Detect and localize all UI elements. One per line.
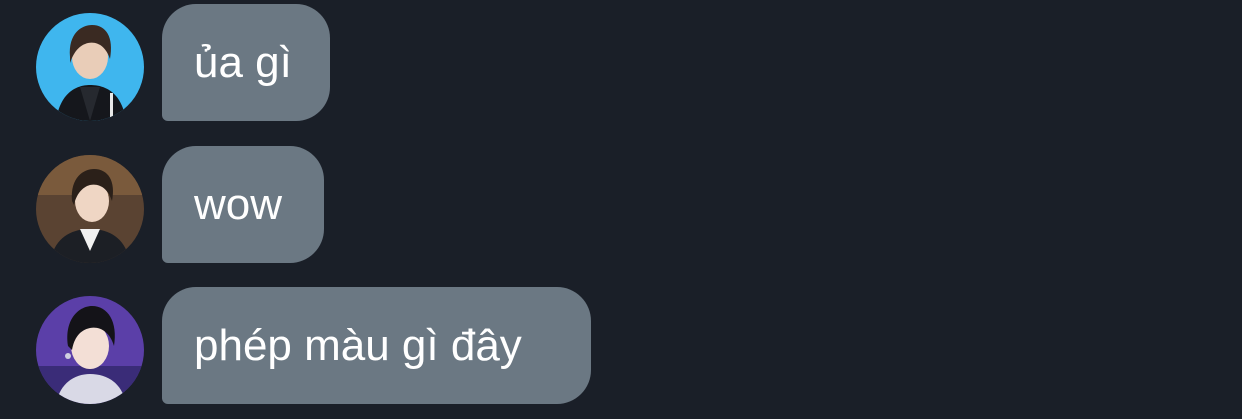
message-bubble[interactable]: phép màu gì đây [162,287,591,404]
avatar[interactable] [36,13,144,121]
message-bubble[interactable]: ủa gì [162,4,330,121]
message-thread: ủa gì wow phép màu gì đây [0,0,1242,419]
avatar[interactable] [36,296,144,404]
message-bubble[interactable]: wow [162,146,324,263]
avatar-icon [36,13,144,121]
avatar-icon [36,155,144,263]
avatar-icon [36,296,144,404]
avatar[interactable] [36,155,144,263]
